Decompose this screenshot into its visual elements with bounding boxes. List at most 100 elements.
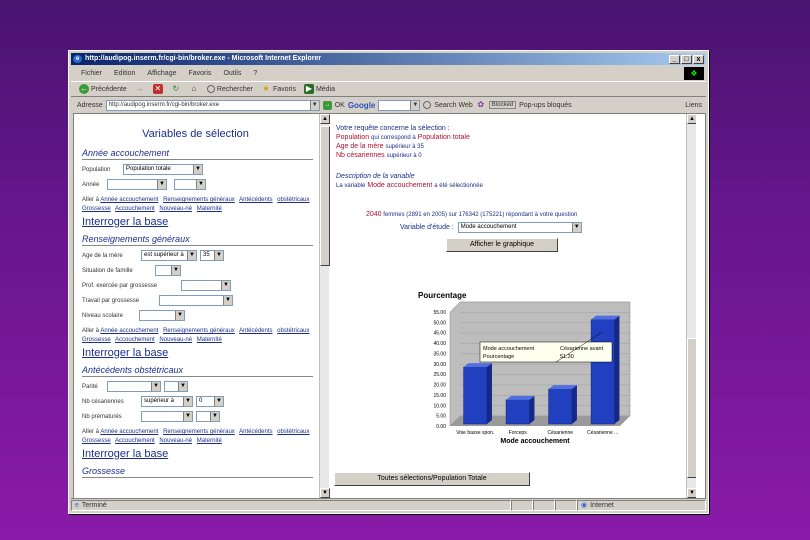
annee-select-2[interactable]: ▼ [174,179,206,190]
link-antecedents[interactable]: Antécédents [239,328,272,334]
chevron-down-icon[interactable]: ▼ [193,165,202,174]
link-renseignements[interactable]: Renseignements généraux [163,328,235,334]
link-accouchement[interactable]: Accouchement [115,438,155,444]
link-grossesse[interactable]: Grossesse [82,337,111,343]
chevron-down-icon[interactable]: ▼ [178,382,187,391]
query-button-2[interactable]: Interroger la base [82,347,319,359]
chevron-down-icon[interactable]: ▼ [183,397,192,406]
link-maternite[interactable]: Maternité [197,206,222,212]
link-annee[interactable]: Année accouchement [100,328,158,334]
google-search-input[interactable]: ▼ [378,99,421,111]
go-button[interactable]: OK [335,102,345,109]
link-renseignements[interactable]: Renseignements généraux [163,429,235,435]
population-select[interactable]: Population totale ▼ [123,164,203,175]
link-maternite[interactable]: Maternité [197,337,222,343]
link-annee[interactable]: Année accouchement [100,429,158,435]
popups-blocked-button[interactable]: Pop-ups bloqués [519,102,572,109]
link-renseignements[interactable]: Renseignements généraux [163,197,235,203]
link-obstetricaux[interactable]: obstétricaux [277,328,309,334]
chevron-down-icon[interactable]: ▼ [187,251,196,260]
link-nouveau-ne[interactable]: Nouveau-né [159,438,192,444]
go-arrow-icon[interactable]: → [322,100,332,110]
chevron-down-icon[interactable]: ▼ [410,100,420,110]
menu-fichier[interactable]: Fichier [81,70,102,77]
link-antecedents[interactable]: Antécédents [239,197,272,203]
chevron-down-icon[interactable]: ▼ [151,382,160,391]
refresh-button[interactable]: ↻ [171,84,181,94]
home-button[interactable]: ⌂ [189,84,199,94]
scroll-thumb[interactable] [320,126,330,266]
scroll-down-icon[interactable]: ▼ [320,488,330,498]
minimize-button[interactable]: _ [669,55,680,64]
parite-operator-select[interactable]: ▼ [107,381,161,392]
chevron-down-icon[interactable]: ▼ [196,180,205,189]
request-intro: Votre requête concerne la sélection : [336,125,450,132]
query-button-3[interactable]: Interroger la base [82,448,319,460]
query-button-1[interactable]: Interroger la base [82,216,319,228]
page-info-icon[interactable]: ✿ [476,100,486,110]
chevron-down-icon[interactable]: ▼ [221,281,230,290]
scroll-down-icon[interactable]: ▼ [687,488,696,498]
media-button[interactable]: ▶ Média [303,84,335,94]
nb-premature-value-select[interactable]: ▼ [196,411,220,422]
chevron-down-icon[interactable]: ▼ [171,266,180,275]
search-button[interactable]: Rechercher [206,85,253,93]
chevron-down-icon[interactable]: ▼ [183,412,192,421]
niveau-select[interactable]: ▼ [139,310,185,321]
maximize-button[interactable]: □ [681,55,692,64]
google-search-icon[interactable] [423,101,432,109]
variable-select[interactable]: Mode accouchement ▼ [457,222,582,233]
link-grossesse[interactable]: Grossesse [82,206,111,212]
travail-select[interactable]: ▼ [159,295,233,306]
prof-select[interactable]: ▼ [181,280,231,291]
blocked-badge[interactable]: Blocked [488,101,517,109]
menu-outils[interactable]: Outils [223,70,241,77]
stop-button[interactable]: ✕ [152,84,163,94]
link-antecedents[interactable]: Antécédents [239,429,272,435]
annee-select-1[interactable]: ▼ [107,179,167,190]
menu-affichage[interactable]: Affichage [147,70,176,77]
chevron-down-icon[interactable]: ▼ [571,223,581,232]
link-annee[interactable]: Année accouchement [100,197,158,203]
link-obstetricaux[interactable]: obstétricaux [277,429,309,435]
scroll-up-icon[interactable]: ▲ [687,114,696,124]
favorites-button[interactable]: ★ Favoris [261,84,296,94]
link-grossesse[interactable]: Grossesse [82,438,111,444]
back-button[interactable]: ← Précédente [79,84,127,94]
parite-value-select[interactable]: ▼ [164,381,188,392]
show-chart-button[interactable]: Afficher le graphique [446,238,558,252]
link-nouveau-ne[interactable]: Nouveau-né [159,206,192,212]
scroll-up-icon[interactable]: ▲ [320,114,330,124]
chevron-down-icon[interactable]: ▼ [214,251,223,260]
left-scrollbar[interactable]: ▲ ▼ [319,114,330,498]
chevron-down-icon[interactable]: ▼ [223,296,232,305]
chevron-down-icon[interactable]: ▼ [214,397,223,406]
all-selections-button[interactable]: Toutes sélections/Population Totale [334,472,530,486]
chevron-down-icon[interactable]: ▼ [309,100,319,110]
menu-edition[interactable]: Edition [114,70,135,77]
scroll-thumb[interactable] [687,338,696,478]
forward-button[interactable]: → [135,84,145,94]
right-scrollbar[interactable]: ▲ ▼ [686,114,696,498]
nb-premature-operator-select[interactable]: ▼ [141,411,193,422]
links-button[interactable]: Liens [685,102,706,109]
chevron-down-icon[interactable]: ▼ [157,180,166,189]
chevron-down-icon[interactable]: ▼ [210,412,219,421]
situation-select[interactable]: ▼ [155,265,181,276]
age-value-select[interactable]: 35 ▼ [200,250,224,261]
search-web-button[interactable]: Search Web [434,102,472,109]
section-grossesse: Grossesse [82,466,313,478]
menu-favoris[interactable]: Favoris [188,70,211,77]
link-maternite[interactable]: Maternité [197,438,222,444]
nb-cesar-operator-select[interactable]: supérieur à ▼ [141,396,193,407]
chevron-down-icon[interactable]: ▼ [175,311,184,320]
address-input[interactable]: http://audipog.inserm.fr/cgi-bin/broker.… [105,99,320,111]
menu-help[interactable]: ? [253,70,257,77]
close-button[interactable]: x [693,55,704,64]
nb-cesar-value-select[interactable]: 0 ▼ [196,396,224,407]
link-accouchement[interactable]: Accouchement [115,337,155,343]
link-accouchement[interactable]: Accouchement [115,206,155,212]
age-operator-select[interactable]: est supérieur à ▼ [141,250,197,261]
link-nouveau-ne[interactable]: Nouveau-né [159,337,192,343]
link-obstetricaux[interactable]: obstétricaux [277,197,309,203]
